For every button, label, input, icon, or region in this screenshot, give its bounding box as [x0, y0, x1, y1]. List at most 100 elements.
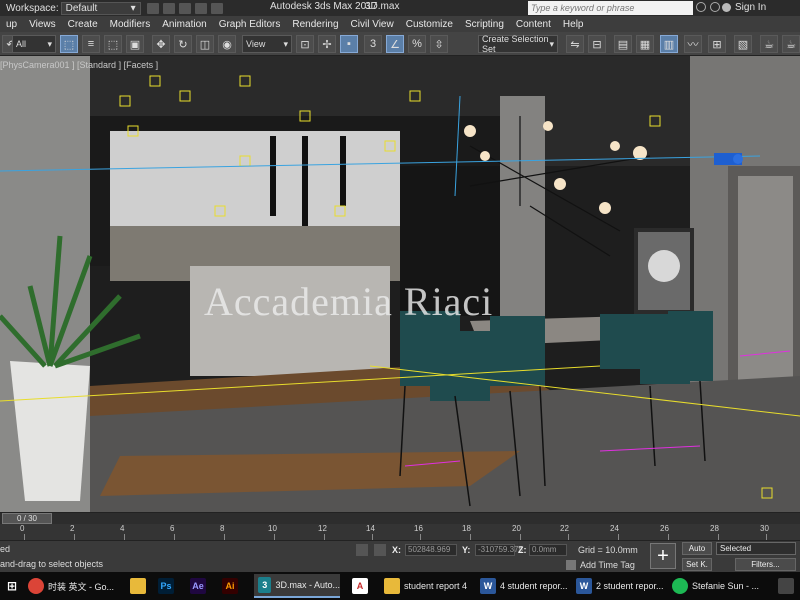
move-button[interactable]: ✥ — [152, 35, 170, 53]
taskbar-after-effects[interactable]: Ae — [190, 574, 206, 598]
windows-logo-icon: ⊞ — [6, 579, 18, 593]
taskbar-folder-student-report[interactable]: student report 4 — [384, 574, 467, 598]
named-selection-sets-dropdown[interactable]: Create Selection Set ▾ — [478, 34, 558, 54]
user-avatar-icon — [722, 3, 731, 12]
chevron-down-icon: ▾ — [283, 38, 288, 49]
save-file-icon[interactable] — [178, 2, 191, 14]
camera-viewport[interactable]: [PhysCamera001 ] [Standard ] [Facets ] A… — [0, 56, 800, 512]
taskbar-spotify[interactable]: Stefanie Sun - ... — [672, 574, 759, 598]
tick-label: 14 — [366, 524, 375, 533]
ribbon-toggle-button[interactable]: ▥ — [660, 35, 678, 53]
window-crossing-button[interactable]: ▣ — [126, 35, 144, 53]
y-coordinate-field[interactable]: -310759.375 — [475, 544, 523, 556]
cursor-icon: ⬚ — [63, 38, 75, 51]
time-slider[interactable]: 0 / 30 — [0, 513, 800, 524]
taskbar-autocad[interactable]: A — [352, 574, 368, 598]
tick-label: 12 — [318, 524, 327, 533]
auto-key-button[interactable]: Auto — [682, 542, 712, 555]
material-editor-button[interactable]: ▧ — [734, 35, 752, 53]
menu-item-content[interactable]: Content — [510, 19, 557, 30]
menu-item-help[interactable]: Help — [557, 19, 590, 30]
taskbar-word-report-4[interactable]: W 4 student repor... — [480, 574, 568, 598]
set-key-button[interactable]: + — [650, 543, 676, 569]
rectangle-selection-icon: ⬚ — [107, 38, 119, 51]
pivot-center-button[interactable]: ⊡ — [296, 35, 314, 53]
taskbar-more[interactable] — [778, 574, 794, 598]
snaps-toggle[interactable]: 3 — [364, 35, 382, 53]
menu-item-scripting[interactable]: Scripting — [459, 19, 510, 30]
tick-label: 30 — [760, 524, 769, 533]
menu-item-create[interactable]: Create — [62, 19, 104, 30]
lock-selection-icon[interactable] — [356, 544, 368, 556]
tick-label: 6 — [170, 524, 175, 533]
selection-filter-dropdown[interactable]: All ▾ — [12, 35, 56, 53]
z-coordinate-field[interactable]: 0.0mm — [529, 544, 567, 556]
menu-item-modifiers[interactable]: Modifiers — [104, 19, 157, 30]
place-button[interactable]: ◉ — [218, 35, 236, 53]
chrome-icon — [28, 578, 44, 594]
key-filters-button[interactable]: Filters... — [735, 558, 796, 571]
menu-item-animation[interactable]: Animation — [156, 19, 212, 30]
select-by-name-button[interactable]: ≡ — [82, 35, 100, 53]
rotate-button[interactable]: ↻ — [174, 35, 192, 53]
align-button[interactable]: ⊟ — [588, 35, 606, 53]
taskbar-photoshop[interactable]: Ps — [158, 574, 174, 598]
curve-editor-button[interactable]: 〰 — [684, 35, 702, 53]
redo-icon[interactable] — [210, 2, 223, 14]
windows-start-button[interactable]: ⊞ — [4, 574, 20, 598]
tick-label: 10 — [268, 524, 277, 533]
render-frame-button[interactable]: ☕ — [782, 35, 800, 53]
menu-item-customize[interactable]: Customize — [400, 19, 459, 30]
chair-2 — [430, 331, 490, 401]
rectangular-selection-button[interactable]: ⬚ — [104, 35, 122, 53]
key-plus-icon: + — [657, 545, 669, 567]
schematic-view-button[interactable]: ⊞ — [708, 35, 726, 53]
keyboard-shortcut-toggle[interactable]: ▪ — [340, 35, 358, 53]
workspace-switcher[interactable]: Workspace: Default ▾ — [2, 1, 141, 15]
mirror-button[interactable]: ⇋ — [566, 35, 584, 53]
render-setup-button[interactable]: ☕ — [760, 35, 778, 53]
set-key-mode-button[interactable]: Set K. — [682, 558, 712, 571]
tick-label: 20 — [512, 524, 521, 533]
new-file-icon[interactable] — [146, 2, 159, 14]
time-slider-thumb[interactable]: 0 / 30 — [2, 513, 52, 524]
undo-icon[interactable] — [194, 2, 207, 14]
key-filter-dropdown[interactable]: Selected — [716, 542, 796, 555]
taskbar-illustrator[interactable]: Ai — [222, 574, 238, 598]
menu-item-rendering[interactable]: Rendering — [286, 19, 344, 30]
angle-snap-toggle[interactable]: ∠ — [386, 35, 404, 53]
pendant-2 — [302, 136, 308, 226]
help-icon[interactable] — [710, 2, 720, 12]
taskbar-label: 3D.max - Auto... — [275, 580, 340, 590]
x-coordinate-field[interactable]: 502848.969 — [405, 544, 457, 556]
search-input[interactable]: Type a keyword or phrase — [528, 1, 693, 15]
percent-snap-toggle[interactable]: % — [408, 35, 426, 53]
select-manipulate-button[interactable]: ✢ — [318, 35, 336, 53]
spinner-snap-toggle[interactable]: ⇳ — [430, 35, 448, 53]
taskbar-chrome[interactable]: 时装 英文 - Go... — [28, 574, 114, 598]
add-time-tag[interactable]: Add Time Tag — [580, 560, 635, 570]
scale-button[interactable]: ◫ — [196, 35, 214, 53]
menu-item-group[interactable]: up — [0, 19, 23, 30]
x-label: X: — [392, 545, 401, 555]
taskbar-word-report-2[interactable]: W 2 student repor... — [576, 574, 664, 598]
photoshop-icon: Ps — [158, 578, 174, 594]
track-bar[interactable]: 0 2 4 6 8 10 12 14 16 18 20 22 24 26 28 … — [0, 524, 800, 541]
layer-icon: ▦ — [639, 38, 651, 51]
sign-in-button[interactable]: Sign In — [722, 2, 766, 13]
layer-explorer-button[interactable]: ▦ — [636, 35, 654, 53]
absolute-mode-icon[interactable] — [374, 544, 386, 556]
reference-coordinate-dropdown[interactable]: View ▾ — [242, 35, 292, 53]
workspace-dropdown[interactable]: Default ▾ — [60, 1, 141, 15]
menu-item-graph-editors[interactable]: Graph Editors — [213, 19, 287, 30]
scene-explorer-button[interactable]: ▤ — [614, 35, 632, 53]
menu-item-views[interactable]: Views — [23, 19, 62, 30]
viewport-label[interactable]: [PhysCamera001 ] [Standard ] [Facets ] — [0, 60, 158, 70]
taskbar-3dsmax[interactable]: 3 3D.max - Auto... — [254, 574, 340, 598]
menu-item-civil-view[interactable]: Civil View — [345, 19, 400, 30]
open-file-icon[interactable] — [162, 2, 175, 14]
select-object-button[interactable]: ⬚ — [60, 35, 78, 53]
search-icon[interactable] — [696, 2, 706, 12]
taskbar-explorer[interactable] — [130, 574, 146, 598]
title-bar: Workspace: Default ▾ Autodesk 3ds Max 201… — [0, 0, 800, 16]
